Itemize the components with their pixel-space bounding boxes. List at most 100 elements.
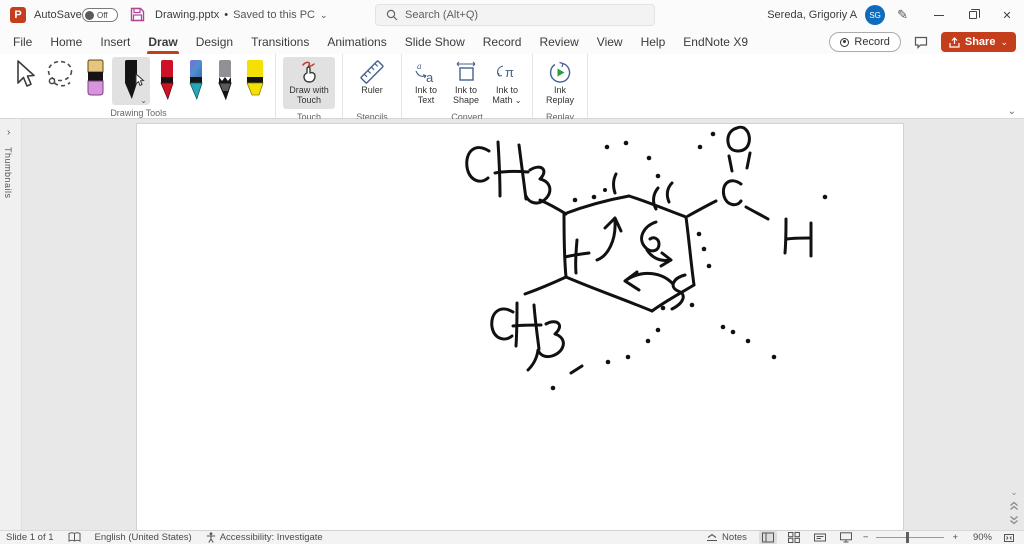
autosave-label: AutoSave	[34, 9, 82, 21]
comment-icon	[914, 36, 927, 49]
yellow-highlighter-tool[interactable]	[242, 57, 268, 105]
zoom-out-button[interactable]: −	[863, 532, 869, 543]
fit-slide-button[interactable]	[1000, 531, 1018, 544]
chevron-down-icon[interactable]: ⌄	[320, 10, 328, 21]
select-tool[interactable]	[9, 57, 39, 105]
ink-to-text-button[interactable]: a a Ink to Text	[409, 57, 443, 109]
normal-view-icon	[761, 532, 774, 543]
avatar[interactable]: SG	[865, 5, 886, 25]
ribbon-tab-bar: File Home Insert Draw Design Transitions…	[0, 30, 1024, 54]
status-bar: Slide 1 of 1 English (United States) Acc…	[0, 530, 1024, 544]
share-button[interactable]: Share ⌄	[940, 32, 1016, 52]
record-icon	[840, 37, 850, 47]
ruler-button[interactable]: Ruler	[350, 57, 394, 109]
chevron-down-icon: ⌄	[1000, 36, 1008, 47]
tab-transitions[interactable]: Transitions	[242, 30, 318, 54]
ink-cho-group	[686, 125, 813, 258]
tab-file[interactable]: File	[4, 30, 41, 54]
minimize-button[interactable]	[922, 0, 956, 30]
tab-slide-show[interactable]: Slide Show	[396, 30, 474, 54]
group-replay: Ink Replay Replay	[533, 54, 588, 122]
group-touch: Draw with Touch Touch	[276, 54, 343, 122]
zoom-slider-thumb[interactable]	[905, 532, 909, 543]
ink-to-text-icon: a a	[415, 61, 434, 84]
normal-view-button[interactable]	[758, 531, 777, 544]
draw-with-touch-button[interactable]: Draw with Touch	[283, 57, 335, 109]
thumbnails-pane[interactable]: › Thumbnails	[0, 119, 22, 530]
zoom-in-button[interactable]: +	[952, 532, 958, 543]
tab-insert[interactable]: Insert	[91, 30, 139, 54]
ink-replay-button[interactable]: Ink Replay	[540, 57, 580, 109]
ink-to-math-button[interactable]: π Ink to Math ⌄	[489, 57, 525, 109]
tab-review[interactable]: Review	[530, 30, 587, 54]
close-button[interactable]: ✕	[990, 0, 1024, 30]
galaxy-pen-icon	[189, 60, 203, 101]
tab-design[interactable]: Design	[187, 30, 242, 54]
eraser-tool[interactable]	[83, 57, 107, 105]
reading-view-button[interactable]	[811, 531, 829, 544]
tab-record[interactable]: Record	[474, 30, 531, 54]
svg-text:π: π	[505, 65, 514, 80]
ink-drawing	[465, 125, 828, 391]
slideshow-view-button[interactable]	[837, 531, 855, 544]
language-button[interactable]: English (United States)	[95, 532, 192, 543]
spell-check-button[interactable]	[68, 532, 81, 543]
user-name[interactable]: Sereda, Grigoriy A	[767, 9, 857, 21]
work-area: › Thumbnails ⌄	[0, 119, 1024, 530]
ink-to-math-label: Ink to Math ⌄	[492, 85, 522, 106]
save-icon[interactable]	[130, 7, 145, 22]
share-button-label: Share	[964, 36, 996, 48]
red-pen-icon	[160, 60, 174, 101]
accessibility-button[interactable]: Accessibility: Investigate	[206, 532, 323, 543]
autosave-state: Off	[97, 10, 108, 20]
tab-view[interactable]: View	[588, 30, 632, 54]
zoom-level[interactable]: 90%	[966, 532, 992, 543]
black-pen-options-chevron[interactable]: ⌄	[140, 96, 147, 105]
ink-ch3-top	[465, 140, 568, 216]
zoom-slider[interactable]	[876, 531, 945, 544]
red-pen-tool[interactable]	[155, 57, 179, 105]
tab-endnote[interactable]: EndNote X9	[674, 30, 757, 54]
restore-button[interactable]	[956, 0, 990, 30]
eraser-icon	[87, 59, 103, 96]
tab-animations[interactable]: Animations	[318, 30, 395, 54]
svg-text:a: a	[426, 70, 434, 84]
search-box[interactable]: Search (Alt+Q)	[375, 4, 655, 26]
book-icon	[68, 532, 81, 542]
draft-and-send-icon[interactable]: ✎	[897, 7, 908, 23]
draw-with-touch-icon	[302, 61, 316, 83]
tab-help[interactable]: Help	[632, 30, 675, 54]
ink-to-shape-label: Ink to Shape	[452, 85, 480, 106]
slide-indicator: Slide 1 of 1	[6, 532, 54, 543]
pencil-tool[interactable]	[213, 57, 237, 105]
ink-to-math-icon: π	[497, 65, 514, 80]
ink-ch3-bottom	[490, 275, 568, 372]
next-slide-button[interactable]	[1007, 514, 1021, 526]
autosave-toggle[interactable]: Off	[82, 8, 118, 22]
ink-replay-icon	[549, 61, 571, 83]
slide-canvas[interactable]	[137, 124, 903, 530]
expand-thumbnails-icon[interactable]: ›	[7, 127, 10, 138]
bullet-separator: •	[224, 9, 229, 21]
record-button[interactable]: Record	[829, 32, 901, 52]
notes-button[interactable]: Notes	[706, 532, 747, 543]
black-pen-tool[interactable]: ⌄	[112, 57, 150, 105]
lasso-select-tool[interactable]	[44, 57, 78, 105]
title-bar: P AutoSave Off Drawing.pptx • Saved to t…	[0, 0, 1024, 30]
previous-slide-button[interactable]	[1007, 500, 1021, 512]
comments-button[interactable]	[909, 32, 933, 52]
document-title[interactable]: Drawing.pptx • Saved to this PC ⌄	[155, 9, 328, 21]
svg-text:a: a	[417, 61, 422, 71]
ink-to-shape-button[interactable]: Ink to Shape	[448, 57, 484, 109]
save-status: Saved to this PC	[233, 9, 315, 21]
ink-replay-label: Ink Replay	[545, 85, 574, 106]
tab-draw[interactable]: Draw	[139, 30, 186, 54]
select-cursor-icon	[17, 60, 35, 87]
filename: Drawing.pptx	[155, 9, 220, 21]
slide-sorter-view-button[interactable]	[785, 531, 803, 544]
collapse-ribbon-button[interactable]: ⌄	[1008, 106, 1016, 117]
tab-home[interactable]: Home	[41, 30, 91, 54]
ink-arrows	[563, 172, 687, 375]
scroll-down-button[interactable]: ⌄	[1007, 486, 1021, 498]
galaxy-pen-tool[interactable]	[184, 57, 208, 105]
